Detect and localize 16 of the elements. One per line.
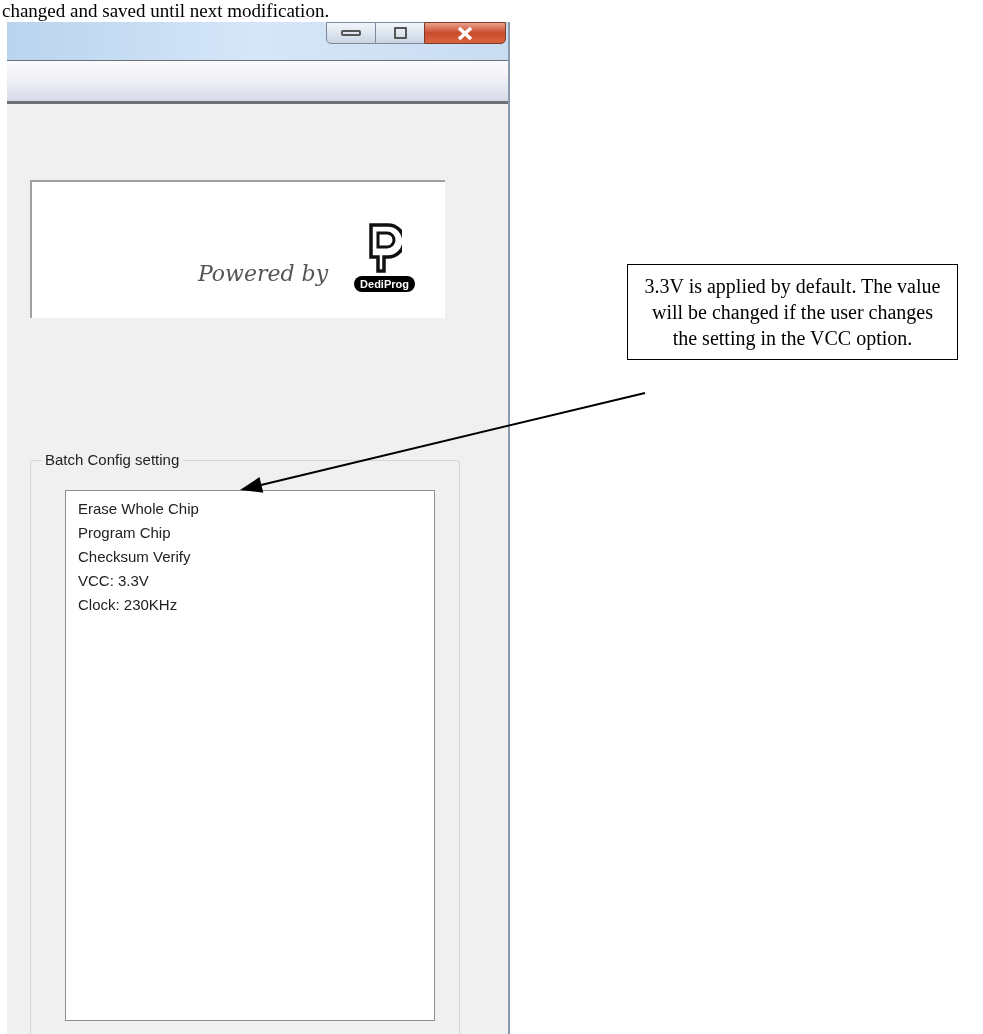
document-text: changed and saved until next modification. [1,0,330,22]
close-button[interactable] [424,22,506,44]
tagline-text: Powered by [197,260,329,288]
minimize-icon [341,30,361,36]
list-item[interactable]: Clock: 230KHz [78,593,434,617]
list-item[interactable]: VCC: 3.3V [78,569,434,593]
maximize-button[interactable] [376,22,424,44]
list-item[interactable]: Checksum Verify [78,545,434,569]
list-item[interactable]: Program Chip [78,521,434,545]
close-icon [457,26,473,40]
minimize-button[interactable] [326,22,376,44]
list-item[interactable]: Erase Whole Chip [78,497,434,521]
logo-icon [367,223,402,273]
maximize-icon [393,27,407,39]
brand-badge: DediProg [354,276,415,292]
callout-box: 3.3V is applied by default. The value will be changed if the user changes the setting in the VCC option. [627,264,958,360]
